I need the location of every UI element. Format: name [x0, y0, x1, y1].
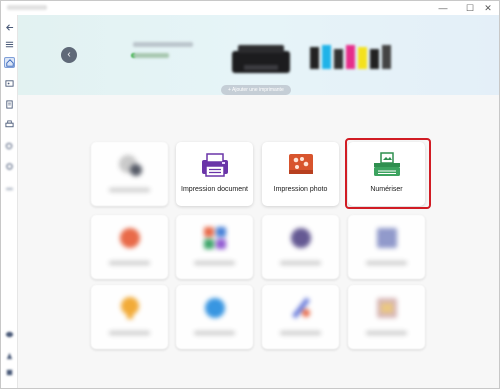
chevron-left-icon[interactable]: ‹: [61, 47, 77, 63]
search-icon[interactable]: [4, 141, 15, 152]
back-arrow-icon[interactable]: [4, 22, 15, 33]
tile-creative[interactable]: [262, 285, 339, 349]
lightbulb-icon: [121, 297, 139, 319]
tile-label: [194, 261, 235, 265]
main-panel: Impression document Impression photo Num…: [18, 95, 499, 388]
settings-icon[interactable]: [4, 367, 15, 378]
photo-print-icon: [289, 154, 313, 174]
tile-label: [109, 188, 150, 192]
copy-icon: [120, 228, 140, 248]
tile-label: [280, 261, 321, 265]
tile-label: Impression photo: [273, 186, 328, 193]
tile-cloud[interactable]: [176, 285, 253, 349]
close-button[interactable]: ✕: [477, 1, 499, 15]
printer-name: [133, 42, 193, 47]
printer-banner: ‹ + Ajouter une imprimante: [18, 15, 499, 95]
cloud-connect-icon: [119, 155, 142, 176]
apps-grid-icon: [204, 227, 226, 249]
gear-icon[interactable]: [4, 161, 15, 172]
app-window: — ☐ ✕ ‹ + Ajouter une imprimante Impress…: [0, 0, 500, 389]
tile-label: [366, 261, 407, 265]
menu-icon[interactable]: [4, 39, 15, 50]
home-icon[interactable]: [4, 57, 15, 68]
printer-icon[interactable]: [4, 119, 15, 130]
tile-help[interactable]: [262, 215, 339, 279]
tile-label: Impression document: [181, 186, 248, 193]
printer-image: [232, 45, 290, 73]
tile-impression-photo[interactable]: Impression photo: [262, 142, 339, 206]
creative-icon: [292, 297, 310, 319]
tile-label: [194, 331, 235, 335]
cloud-service-icon: [205, 298, 225, 318]
tile-wifi-setup[interactable]: [91, 142, 168, 206]
templates-icon: [377, 228, 397, 248]
cloud-icon[interactable]: [4, 183, 15, 194]
tile-orders[interactable]: [348, 285, 425, 349]
sidebar: [1, 15, 18, 388]
document-print-icon: [202, 153, 228, 177]
minimize-button[interactable]: —: [432, 1, 454, 15]
tile-copy[interactable]: [91, 215, 168, 279]
photo-icon[interactable]: [4, 78, 15, 89]
document-icon[interactable]: [4, 99, 15, 110]
tile-apps[interactable]: [176, 215, 253, 279]
tile-impression-document[interactable]: Impression document: [176, 142, 253, 206]
title-bar: — ☐ ✕: [1, 1, 499, 15]
numeriser-highlight-frame: [345, 138, 431, 209]
tile-label: [280, 331, 321, 335]
printer-status: [133, 53, 169, 58]
help-icon[interactable]: [4, 350, 15, 361]
tile-templates[interactable]: [348, 215, 425, 279]
ink-cartridges-image: [310, 45, 391, 69]
add-printer-button[interactable]: + Ajouter une imprimante: [221, 85, 291, 95]
user-icon[interactable]: [4, 329, 15, 340]
orders-icon: [377, 298, 397, 318]
tile-label: [109, 261, 150, 265]
tile-tips[interactable]: [91, 285, 168, 349]
help-circle-icon: [291, 228, 311, 248]
window-title: [7, 5, 47, 10]
tile-label: [109, 331, 150, 335]
tile-label: [366, 331, 407, 335]
